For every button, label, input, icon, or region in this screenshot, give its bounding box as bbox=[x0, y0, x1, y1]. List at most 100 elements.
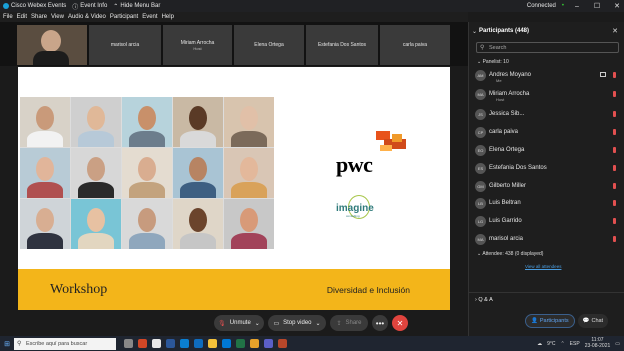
menu-view[interactable]: View bbox=[51, 14, 64, 20]
participant-row[interactable]: CP carla paiva bbox=[475, 126, 620, 138]
panelists-section-header[interactable]: ⌄ Panelist: 10 bbox=[477, 59, 509, 65]
notifications-icon[interactable]: ▭ bbox=[615, 341, 620, 347]
more-options-button[interactable]: ••• bbox=[372, 315, 388, 331]
avatar: MA bbox=[475, 233, 486, 245]
view-all-attendees-link[interactable]: View all attendees bbox=[525, 264, 561, 269]
participant-row[interactable]: AM Andres Moyano Me bbox=[475, 69, 620, 83]
weather-temp[interactable]: 9°C bbox=[547, 341, 555, 347]
microphone-muted-icon bbox=[613, 200, 616, 206]
connection-status: Connected bbox=[526, 3, 556, 9]
close-panel-icon[interactable]: ✕ bbox=[612, 27, 618, 35]
stop-video-button[interactable]: ▭ Stop video ⌄ bbox=[268, 315, 326, 331]
imagine-logo: imagine consulting bbox=[336, 195, 386, 227]
video-tile[interactable]: Miriam Arrocha Host bbox=[163, 25, 232, 65]
outlook-icon[interactable] bbox=[222, 339, 231, 348]
unmute-button[interactable]: 🎙 Unmute ⌄ bbox=[214, 315, 264, 331]
avatar: AM bbox=[475, 69, 486, 81]
avatar: GM bbox=[475, 180, 486, 192]
microphone-muted-icon bbox=[613, 147, 616, 153]
menu-file[interactable]: File bbox=[3, 14, 13, 20]
imagine-logo-text: imagine bbox=[336, 203, 374, 214]
face-photo bbox=[20, 199, 70, 249]
video-tile[interactable]: carla paiva bbox=[380, 25, 450, 65]
teams-icon[interactable] bbox=[264, 339, 273, 348]
menu-share[interactable]: Share bbox=[31, 14, 47, 20]
language-indicator[interactable]: ESP bbox=[570, 341, 580, 347]
powerpoint-icon[interactable] bbox=[138, 339, 147, 348]
chrome-icon[interactable] bbox=[152, 339, 161, 348]
leave-event-button[interactable]: ✕ bbox=[392, 315, 408, 331]
word-icon[interactable] bbox=[166, 339, 175, 348]
menu-help[interactable]: Help bbox=[162, 14, 174, 20]
face-photo bbox=[20, 148, 70, 198]
webex-icon[interactable] bbox=[180, 339, 189, 348]
clock[interactable]: 11:07 23-08-2021 bbox=[585, 337, 611, 349]
meeting-controls: 🎙 Unmute ⌄ ▭ Stop video ⌄ ⇪ Share ••• ✕ bbox=[0, 310, 468, 336]
avatar: CP bbox=[475, 126, 486, 138]
participants-tab[interactable]: 👤 Participants bbox=[525, 314, 575, 328]
participants-panel: ⌄ Participants (448) ✕ ⚲ Search ⌄ Panelis… bbox=[468, 22, 624, 336]
participant-row[interactable]: JS Jessica Sib... bbox=[475, 108, 620, 120]
presenter-body bbox=[33, 51, 69, 65]
event-info-button[interactable]: ⓘ Event Info bbox=[72, 2, 107, 11]
participant-row[interactable]: LG Luis Garrido bbox=[475, 215, 620, 227]
microphone-muted-icon bbox=[613, 111, 616, 117]
menu-edit[interactable]: Edit bbox=[17, 14, 27, 20]
chat-tab[interactable]: 💬 Chat bbox=[577, 314, 609, 328]
system-tray: ☁ 9°C ⌃ ESP 11:07 23-08-2021 ▭ bbox=[537, 336, 620, 351]
faces-collage bbox=[20, 97, 274, 249]
taskbar-search-input[interactable]: ⚲ Escribe aquí para buscar bbox=[14, 337, 116, 350]
camera-icon: ▭ bbox=[273, 320, 280, 327]
microphone-muted-icon bbox=[613, 236, 616, 242]
app-icon[interactable] bbox=[278, 339, 287, 348]
qa-section[interactable]: › Q & A bbox=[475, 297, 493, 303]
pwc-logo-text: pwc bbox=[336, 152, 373, 177]
slide-subtitle: Diversidad e Inclusión bbox=[326, 285, 410, 295]
participant-row[interactable]: MA marisol arcia bbox=[475, 233, 620, 245]
minimize-icon[interactable]: – bbox=[570, 3, 584, 10]
participant-row[interactable]: ES Estefania Dos Santos bbox=[475, 162, 620, 174]
task-view-icon[interactable] bbox=[124, 339, 133, 348]
face-photo bbox=[71, 199, 121, 249]
hide-menu-bar-button[interactable]: ⌃ Hide Menu Bar bbox=[113, 3, 160, 10]
maximize-icon[interactable]: ☐ bbox=[590, 2, 604, 10]
menu-event[interactable]: Event bbox=[142, 14, 157, 20]
pwc-logo-block bbox=[392, 134, 402, 142]
excel-icon[interactable] bbox=[236, 339, 245, 348]
edge-icon[interactable] bbox=[194, 339, 203, 348]
face-photo bbox=[224, 199, 274, 249]
participant-row[interactable]: MA Miriam Arrocha Host bbox=[475, 88, 620, 102]
video-tile[interactable]: Elena Ortega bbox=[234, 25, 304, 65]
people-icon: 👤 bbox=[531, 318, 538, 324]
webex-logo-icon bbox=[3, 3, 9, 9]
file-explorer-icon[interactable] bbox=[208, 339, 217, 348]
microphone-muted-icon bbox=[613, 91, 616, 97]
imagine-logo-subtext: consulting bbox=[346, 214, 360, 218]
tray-chevron-icon[interactable]: ⌃ bbox=[560, 341, 564, 347]
self-camera-video[interactable] bbox=[17, 25, 87, 65]
avatar: LB bbox=[475, 197, 486, 209]
windows-start-icon[interactable]: ⊞ bbox=[0, 336, 14, 351]
microphone-muted-icon bbox=[613, 72, 616, 78]
participant-row[interactable]: GM Gilberto Miller bbox=[475, 180, 620, 192]
face-photo bbox=[173, 97, 223, 147]
taskbar-apps bbox=[124, 339, 287, 348]
shared-content: pwc imagine consulting Workshop Diversid… bbox=[18, 67, 450, 310]
app-icon[interactable] bbox=[250, 339, 259, 348]
participant-row[interactable]: LB Luis Beltran bbox=[475, 197, 620, 209]
menu-audio-video[interactable]: Audio & Video bbox=[68, 14, 106, 20]
participants-title: Participants (448) bbox=[479, 28, 530, 34]
menu-participant[interactable]: Participant bbox=[110, 14, 138, 20]
participant-search-input[interactable]: ⚲ Search bbox=[476, 42, 619, 53]
share-button[interactable]: ⇪ Share bbox=[330, 315, 368, 331]
attendees-section-header[interactable]: ⌄ Attendee: 438 (0 displayed) bbox=[477, 251, 543, 257]
share-icon: ⇪ bbox=[336, 320, 342, 327]
collapse-chevron-icon[interactable]: ⌄ bbox=[472, 28, 477, 35]
video-tile[interactable]: marisol arcia bbox=[89, 25, 161, 65]
participant-row[interactable]: EO Elena Ortega bbox=[475, 144, 620, 156]
chevron-down-icon: ⌄ bbox=[254, 320, 260, 327]
chat-icon: 💬 bbox=[582, 318, 590, 324]
close-icon[interactable]: ✕ bbox=[610, 2, 624, 10]
avatar: EO bbox=[475, 144, 486, 156]
video-tile[interactable]: Estefania Dos Santos bbox=[306, 25, 378, 65]
